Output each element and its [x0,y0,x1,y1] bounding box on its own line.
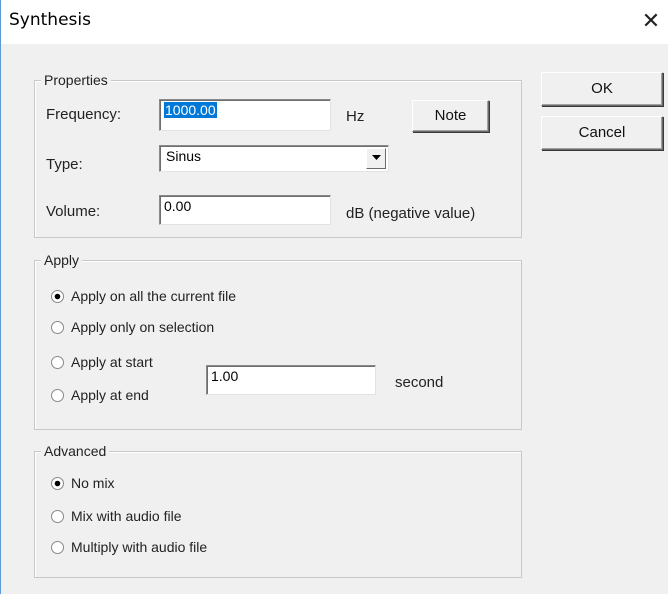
cancel-button[interactable]: Cancel [541,116,663,150]
synthesis-dialog: Synthesis ✕ Properties Frequency: 1000.0… [0,0,668,594]
apply-option-label: Apply on all the current file [71,288,236,304]
volume-input[interactable]: 0.00 [159,195,331,225]
close-icon[interactable]: ✕ [637,8,665,36]
radio-apply-selection[interactable] [51,321,64,334]
volume-value: 0.00 [164,198,192,214]
properties-legend: Properties [41,72,111,88]
apply-legend: Apply [41,252,83,268]
volume-label: Volume: [46,203,101,220]
volume-unit: dB (negative value) [346,205,476,222]
seconds-value: 1.00 [211,368,239,384]
frequency-label: Frequency: [46,106,122,123]
note-button[interactable]: Note [412,100,489,132]
type-label: Type: [46,156,83,173]
ok-button-label: OK [591,80,613,97]
note-button-label: Note [434,107,467,124]
title-bar: Synthesis ✕ [1,0,668,44]
advanced-option-label: No mix [71,475,115,491]
window-title: Synthesis [9,10,91,30]
radio-apply-start[interactable] [51,356,64,369]
advanced-option-label: Mix with audio file [71,508,182,524]
radio-apply-end[interactable] [51,389,64,402]
type-value: Sinus [166,148,202,164]
radio-apply-all[interactable] [51,290,64,303]
frequency-value: 1000.00 [164,102,217,118]
type-dropdown[interactable]: Sinus [159,145,389,172]
frequency-input[interactable]: 1000.00 [159,99,331,131]
seconds-unit: second [395,374,444,391]
frequency-unit: Hz [346,108,365,125]
apply-option-label: Apply only on selection [71,319,215,335]
radio-mix-with-audio[interactable] [51,510,64,523]
advanced-legend: Advanced [41,443,110,459]
advanced-option-label: Multiply with audio file [71,539,208,555]
apply-group: Apply [34,252,522,430]
ok-button[interactable]: OK [541,72,663,106]
apply-option-label: Apply at start [71,354,153,370]
apply-option-label: Apply at end [71,387,149,403]
seconds-input[interactable]: 1.00 [206,365,376,395]
chevron-down-icon[interactable] [366,148,386,169]
cancel-button-label: Cancel [578,124,626,141]
radio-multiply-with-audio[interactable] [51,541,64,554]
radio-no-mix[interactable] [51,477,64,490]
